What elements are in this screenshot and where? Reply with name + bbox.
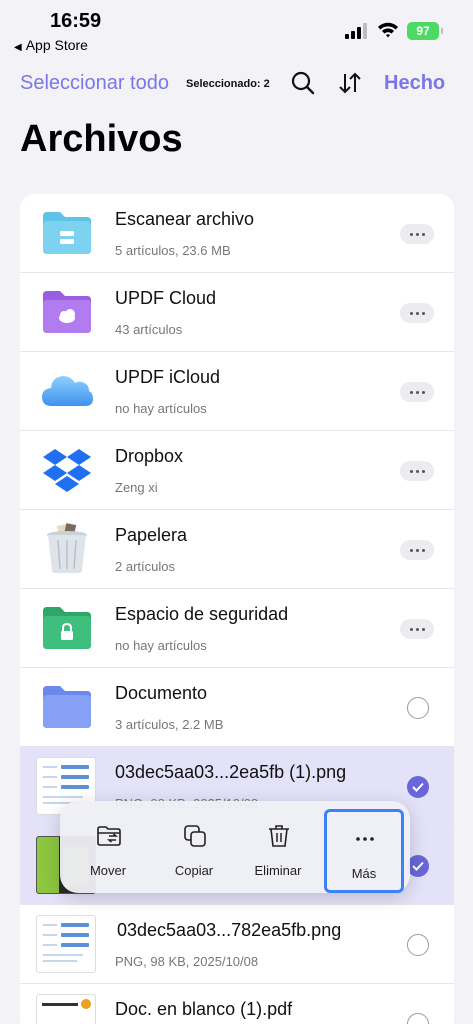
search-icon[interactable] (290, 70, 316, 96)
item-name: Dropbox (115, 446, 184, 466)
status-bar: 16:59 ◀ App Store 97 (0, 0, 473, 60)
page-title: Archivos (20, 118, 183, 160)
status-time: 16:59 (50, 10, 102, 32)
list-item[interactable]: UPDF Cloud 43 artículos (20, 273, 454, 352)
battery-indicator: 97 (407, 22, 443, 40)
trash-icon (269, 825, 289, 847)
selection-radio[interactable] (407, 1013, 429, 1024)
selected-count-label: Seleccionado: 2 (186, 78, 270, 90)
back-triangle-icon: ◀ (14, 42, 22, 53)
png-thumbnail (36, 915, 96, 973)
file-list: Escanear archivo 5 artículos, 23.6 MB UP… (20, 194, 454, 1024)
checkmark-icon (412, 861, 424, 871)
more-button[interactable]: Más (324, 809, 404, 893)
more-options-button[interactable] (400, 540, 434, 560)
move-label: Mover (89, 863, 127, 878)
item-name: Documento (115, 683, 208, 703)
cloud-folder-icon (43, 291, 91, 333)
bulk-action-bar: Mover Copiar Eliminar Más (60, 801, 410, 893)
selected-checkmark[interactable] (407, 776, 429, 798)
item-name: 03dec5aa03...782ea5fb.png (117, 920, 342, 940)
pdf-thumbnail (36, 994, 96, 1024)
more-label: Más (351, 866, 377, 881)
item-meta: 3 artículos, 2.2 MB (115, 717, 224, 732)
list-item[interactable]: Dropbox Zeng xi (20, 431, 454, 510)
folder-icon (43, 686, 91, 728)
delete-label: Eliminar (254, 863, 302, 878)
move-folder-icon (97, 826, 121, 846)
list-item[interactable]: Papelera 2 artículos (20, 510, 454, 589)
more-options-button[interactable] (400, 382, 434, 402)
list-item[interactable]: Doc. en blanco (1).pdf (20, 984, 454, 1024)
selection-radio[interactable] (407, 934, 429, 956)
selection-radio[interactable] (407, 697, 429, 719)
item-meta: no hay artículos (115, 401, 207, 416)
checkmark-icon (412, 782, 424, 792)
item-name: Doc. en blanco (1).pdf (115, 999, 293, 1019)
item-name: 03dec5aa03...2ea5fb (1).png (115, 762, 347, 782)
item-meta: Zeng xi (115, 480, 158, 495)
item-meta: 5 artículos, 23.6 MB (115, 243, 231, 258)
more-options-button[interactable] (400, 619, 434, 639)
list-item[interactable]: Escanear archivo 5 artículos, 23.6 MB (20, 194, 454, 273)
copy-button[interactable]: Copiar (154, 801, 234, 893)
item-name: Espacio de seguridad (115, 604, 289, 624)
lock-folder-icon (43, 607, 91, 649)
selected-checkmark[interactable] (407, 855, 429, 877)
more-options-button[interactable] (400, 461, 434, 481)
item-meta: PNG, 98 KB, 2025/10/08 (115, 954, 259, 969)
item-name: Escanear archivo (115, 209, 255, 229)
trash-bin-icon (47, 523, 87, 573)
ellipsis-icon (356, 837, 374, 841)
more-options-button[interactable] (400, 303, 434, 323)
cellular-signal-icon (345, 23, 369, 39)
list-item[interactable]: 03dec5aa03...782ea5fb.png PNG, 98 KB, 20… (20, 905, 454, 984)
delete-button[interactable]: Eliminar (238, 801, 318, 893)
done-button[interactable]: Hecho (384, 72, 445, 95)
move-button[interactable]: Mover (68, 801, 148, 893)
dropbox-icon (43, 449, 91, 492)
item-name: Papelera (115, 525, 188, 545)
item-meta: no hay artículos (115, 638, 207, 653)
list-item[interactable]: Documento 3 artículos, 2.2 MB (20, 668, 454, 747)
back-to-app-link[interactable]: ◀ App Store (14, 37, 88, 53)
more-options-button[interactable] (400, 224, 434, 244)
item-meta: 2 artículos (115, 559, 175, 574)
copy-label: Copiar (174, 863, 214, 878)
list-item[interactable]: UPDF iCloud no hay artículos (20, 352, 454, 431)
copy-icon (184, 825, 206, 847)
icloud-icon (42, 376, 93, 406)
item-name: UPDF iCloud (115, 367, 221, 387)
item-name: UPDF Cloud (115, 288, 217, 308)
list-item[interactable]: Espacio de seguridad no hay artículos (20, 589, 454, 668)
scan-folder-icon (43, 212, 91, 254)
back-app-label: App Store (25, 37, 88, 53)
wifi-icon (378, 22, 398, 38)
navigation-bar: Seleccionar todo Seleccionado: 2 Hecho (0, 64, 473, 104)
battery-level: 97 (416, 24, 430, 38)
sort-icon[interactable] (337, 70, 363, 96)
select-all-button[interactable]: Seleccionar todo (20, 72, 169, 95)
item-meta: 43 artículos (115, 322, 183, 337)
